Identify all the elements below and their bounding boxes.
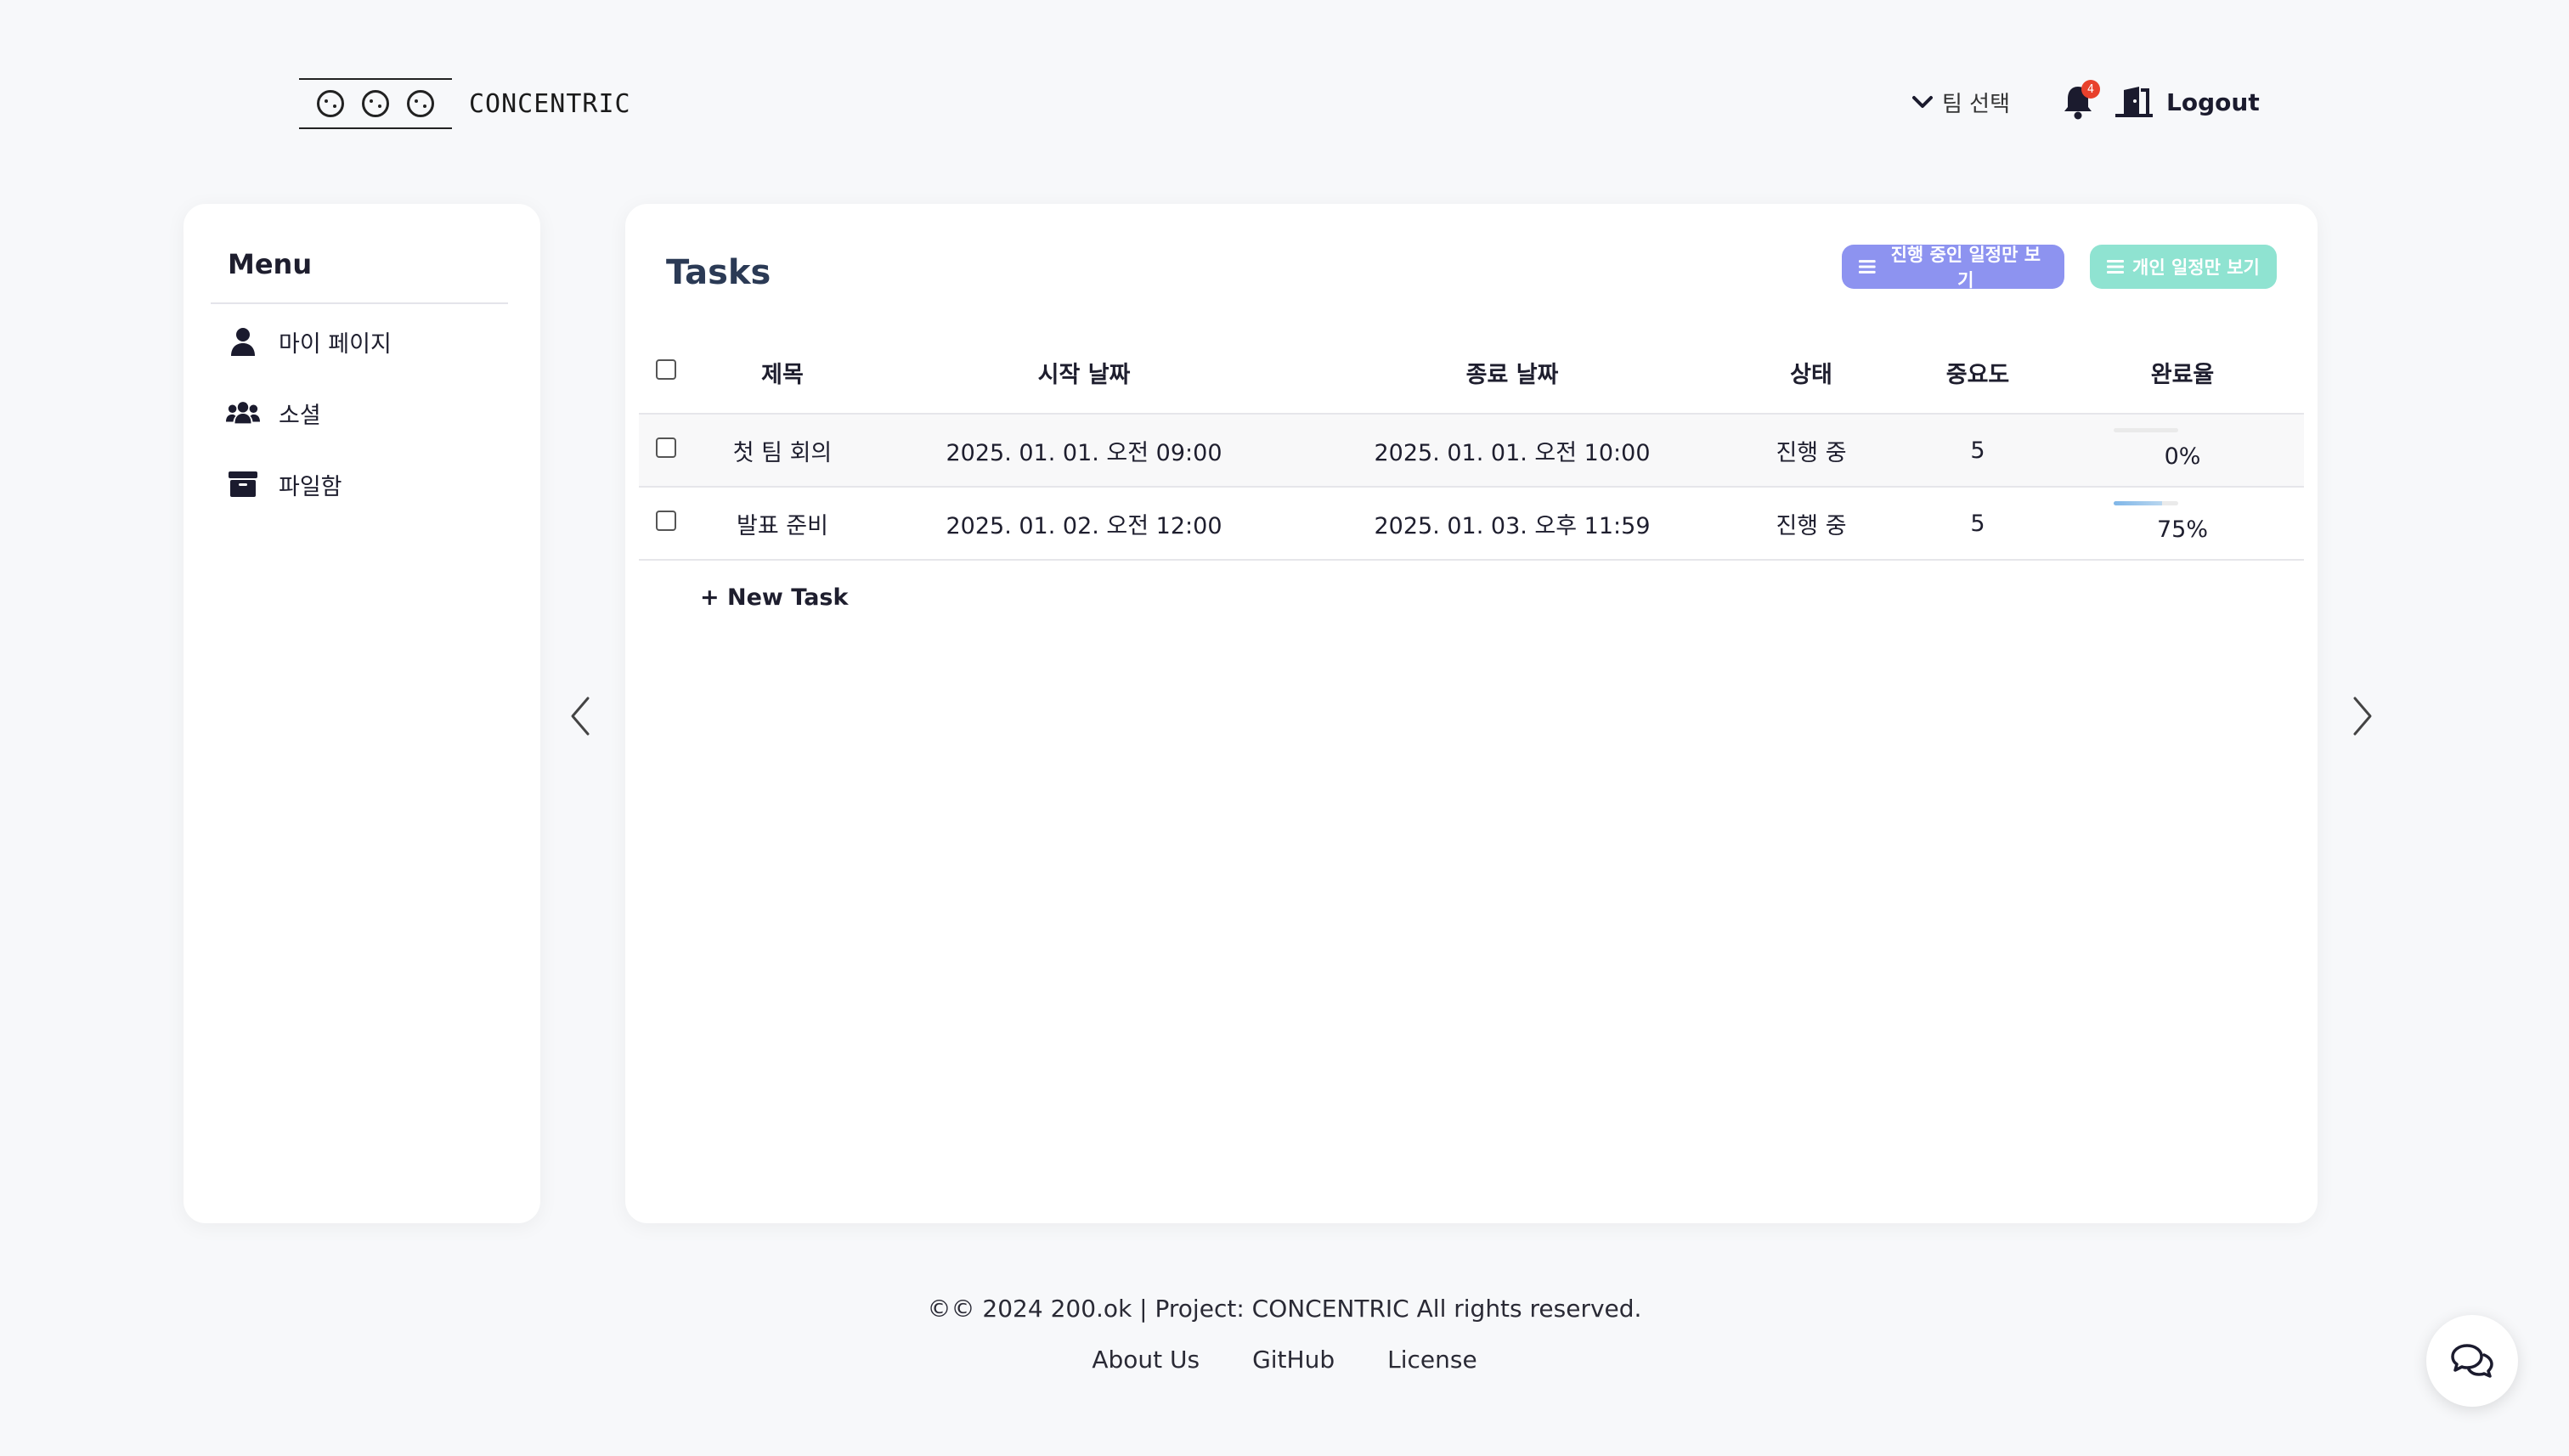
task-end-date: 2025. 01. 01. 오전 10:00: [1296, 414, 1728, 488]
column-header-status[interactable]: 상태: [1728, 331, 1894, 415]
chevron-down-icon: [1912, 96, 1933, 108]
logo-circle-icon: [317, 90, 344, 117]
footer-link-about[interactable]: About Us: [1092, 1346, 1200, 1374]
chevron-left-icon: [571, 697, 590, 736]
row-select-cell: [639, 414, 693, 488]
sidebar-item-label: 마이 페이지: [279, 330, 392, 358]
prev-arrow-button[interactable]: [567, 695, 593, 741]
table-row[interactable]: 발표 준비 2025. 01. 02. 오전 12:00 2025. 01. 0…: [639, 487, 2304, 561]
next-arrow-button[interactable]: [2350, 695, 2375, 741]
chevron-right-icon: [2353, 697, 2372, 736]
logout-label: Logout: [2166, 87, 2260, 116]
user-icon: [226, 327, 260, 356]
task-start-date: 2025. 01. 01. 오전 09:00: [872, 414, 1296, 488]
sidebar-item-files[interactable]: 파일함: [226, 449, 508, 520]
logo-mark: [299, 78, 452, 129]
door-exit-icon: [2115, 87, 2154, 117]
task-priority: 5: [1894, 487, 2061, 561]
archive-icon: [226, 471, 260, 497]
task-status: 진행 중: [1728, 487, 1894, 561]
logo[interactable]: CONCENTRIC: [299, 78, 631, 129]
sidebar: Menu 마이 페이지 소셜 파일함: [184, 204, 540, 1223]
logo-text: CONCENTRIC: [469, 88, 631, 119]
tasks-table: 제목 시작 날짜 종료 날짜 상태 중요도 완료율 첫 팀 회의 2025. 0…: [639, 331, 2304, 561]
task-end-date: 2025. 01. 03. 오후 11:59: [1296, 487, 1728, 561]
sidebar-title: Menu: [228, 248, 313, 280]
task-start-date: 2025. 01. 02. 오전 12:00: [872, 487, 1296, 561]
notification-button[interactable]: 4: [2061, 80, 2101, 121]
logo-circle-icon: [362, 90, 389, 117]
footer-link-github[interactable]: GitHub: [1252, 1346, 1335, 1374]
sidebar-item-mypage[interactable]: 마이 페이지: [226, 306, 508, 377]
progress-bar: [2114, 501, 2178, 505]
filter-personal-button[interactable]: 개인 일정만 보기: [2090, 245, 2277, 289]
select-all-cell: [639, 331, 693, 415]
chat-button[interactable]: [2426, 1315, 2518, 1407]
column-header-end[interactable]: 종료 날짜: [1296, 331, 1728, 415]
page-title: Tasks: [666, 253, 771, 292]
sidebar-item-label: 파일함: [279, 473, 342, 500]
header-actions: 팀 선택 4 Logout: [1911, 78, 2260, 126]
row-checkbox[interactable]: [656, 510, 676, 531]
column-header-priority[interactable]: 중요도: [1894, 331, 2061, 415]
select-all-checkbox[interactable]: [656, 358, 676, 380]
task-progress-cell: 75%: [2061, 487, 2304, 561]
footer-copyright: ©© 2024 200.ok | Project: CONCENTRIC All…: [927, 1295, 1642, 1323]
row-select-cell: [639, 487, 693, 561]
task-progress-cell: 0%: [2061, 414, 2304, 488]
task-title[interactable]: 첫 팀 회의: [693, 414, 872, 488]
task-status: 진행 중: [1728, 414, 1894, 488]
logout-button[interactable]: Logout: [2114, 85, 2260, 119]
notification-badge: 4: [2081, 80, 2101, 99]
sidebar-item-social[interactable]: 소셜: [226, 377, 508, 449]
row-checkbox[interactable]: [656, 437, 676, 458]
users-icon: [226, 400, 260, 426]
chat-bubbles-icon: [2451, 1344, 2493, 1378]
column-header-title[interactable]: 제목: [693, 331, 872, 415]
filter-ongoing-button[interactable]: 진행 중인 일정만 보기: [1842, 245, 2064, 291]
table-row[interactable]: 첫 팀 회의 2025. 01. 01. 오전 09:00 2025. 01. …: [639, 414, 2304, 488]
team-select-dropdown[interactable]: 팀 선택: [1911, 87, 2010, 118]
sidebar-item-label: 소셜: [279, 402, 321, 429]
logo-circle-icon: [407, 90, 434, 117]
filter-personal-label: 개인 일정만 보기: [2132, 257, 2260, 278]
sidebar-divider: [211, 302, 508, 304]
list-icon: [2107, 260, 2124, 274]
task-priority: 5: [1894, 414, 2061, 488]
task-title[interactable]: 발표 준비: [693, 487, 872, 561]
footer-link-license[interactable]: License: [1387, 1346, 1477, 1374]
progress-bar: [2114, 428, 2178, 432]
list-icon: [1859, 260, 1876, 274]
team-select-label: 팀 선택: [1942, 91, 2011, 117]
progress-text: 0%: [2164, 443, 2201, 470]
filter-ongoing-label: 진행 중인 일정만 보기: [1890, 245, 2041, 291]
table-header-row: 제목 시작 날짜 종료 날짜 상태 중요도 완료율: [639, 331, 2304, 415]
column-header-progress[interactable]: 완료율: [2061, 331, 2304, 415]
column-header-start[interactable]: 시작 날짜: [872, 331, 1296, 415]
progress-text: 75%: [2156, 516, 2208, 543]
tasks-panel: Tasks 진행 중인 일정만 보기 개인 일정만 보기 제목 시작 날짜 종료…: [625, 204, 2318, 1223]
new-task-button[interactable]: + New Task: [700, 584, 848, 611]
footer-links: About Us GitHub License: [0, 1346, 2569, 1374]
progress-fill: [2114, 501, 2162, 505]
